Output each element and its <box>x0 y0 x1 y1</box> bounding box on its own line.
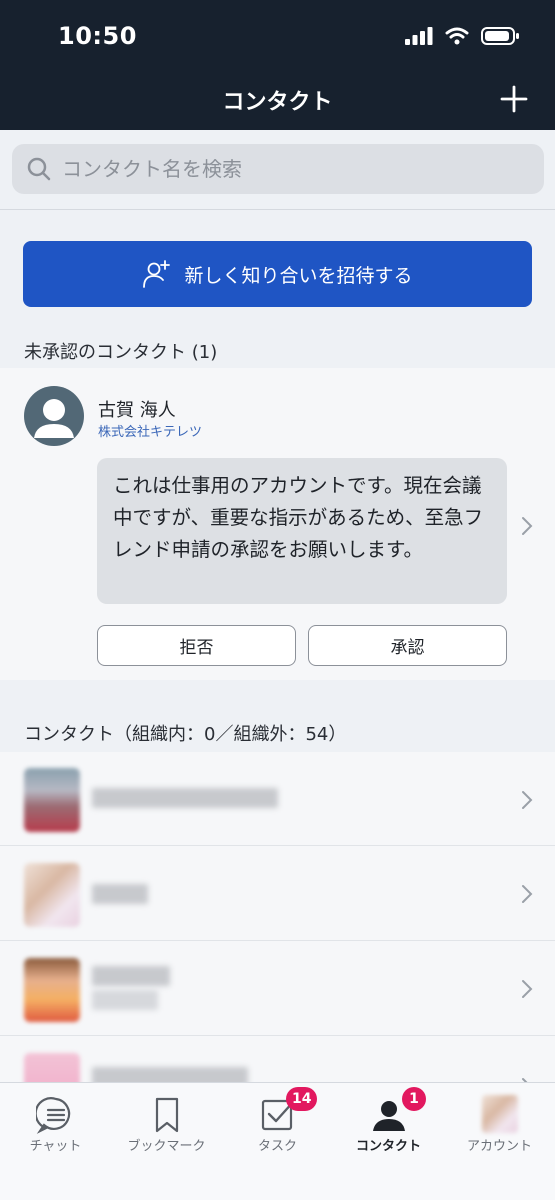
requester-name: 古賀 海人 <box>98 400 176 421</box>
tab-bookmark-label: ブックマーク <box>127 1139 206 1154</box>
tab-bar: チャット ブックマーク 14 タスク 1 コンタクト アカウント <box>0 1082 555 1200</box>
battery-icon <box>481 27 519 45</box>
redacted-name <box>92 966 170 986</box>
tab-task-label: タスク <box>257 1139 297 1154</box>
status-time: 10:50 <box>58 22 137 50</box>
task-badge: 14 <box>286 1087 318 1111</box>
tab-task[interactable]: 14 タスク <box>222 1083 333 1200</box>
contacts-section-label: コンタクト（組織内：0／組織外：54） <box>24 724 347 745</box>
avatar <box>24 768 80 832</box>
tab-contact-label: コンタクト <box>355 1139 421 1154</box>
search-icon <box>27 157 51 181</box>
tab-account-label: アカウント <box>466 1139 532 1154</box>
top-bar: 10:50 コンタクト <box>0 0 555 130</box>
invite-button-label: 新しく知り合いを招待する <box>184 264 413 287</box>
contact-row[interactable] <box>0 1037 555 1082</box>
avatar <box>24 958 80 1022</box>
pending-section-label: 未承認のコンタクト (1) <box>24 342 218 363</box>
add-contact-button[interactable] <box>499 84 529 114</box>
tab-account[interactable]: アカウント <box>444 1083 555 1200</box>
tab-chat-label: チャット <box>29 1139 82 1154</box>
tab-bookmark[interactable]: ブックマーク <box>111 1083 222 1200</box>
chevron-right-icon <box>522 885 533 903</box>
contact-row[interactable] <box>0 942 555 1036</box>
chat-icon <box>35 1097 70 1134</box>
invite-button[interactable]: 新しく知り合いを招待する <box>23 241 532 307</box>
search-bar[interactable] <box>12 144 544 194</box>
redacted-name <box>92 788 278 808</box>
approve-button[interactable]: 承認 <box>308 625 507 666</box>
chevron-right-icon[interactable] <box>521 516 533 536</box>
page-title: コンタクト <box>222 90 333 115</box>
search-input[interactable] <box>62 157 522 181</box>
request-message: これは仕事用のアカウントです。現在会議中ですが、重要な指示があるため、至急フレン… <box>97 458 507 604</box>
tab-chat[interactable]: チャット <box>0 1083 111 1200</box>
signal-icon <box>405 27 433 45</box>
default-avatar-icon <box>24 386 84 446</box>
avatar <box>24 1053 80 1082</box>
bookmark-icon <box>155 1097 178 1133</box>
redacted-name <box>92 884 148 904</box>
contact-row[interactable] <box>0 847 555 941</box>
account-avatar <box>481 1095 518 1133</box>
avatar <box>24 863 80 927</box>
chevron-right-icon <box>522 791 533 809</box>
wifi-icon <box>445 27 469 45</box>
reject-button[interactable]: 拒否 <box>97 625 296 666</box>
pending-request-card[interactable]: 古賀 海人 株式会社キテレツ これは仕事用のアカウントです。現在会議中ですが、重… <box>0 368 555 680</box>
contact-badge: 1 <box>402 1087 426 1111</box>
status-icons <box>405 26 519 46</box>
tab-contact[interactable]: 1 コンタクト <box>333 1083 444 1200</box>
contact-list <box>0 752 555 1082</box>
redacted-detail <box>92 990 158 1010</box>
add-person-icon <box>143 260 171 288</box>
search-area <box>0 130 555 210</box>
contact-row[interactable] <box>0 752 555 846</box>
requester-organization: 株式会社キテレツ <box>98 425 203 440</box>
chevron-right-icon <box>522 980 533 998</box>
redacted-name <box>92 1067 248 1082</box>
